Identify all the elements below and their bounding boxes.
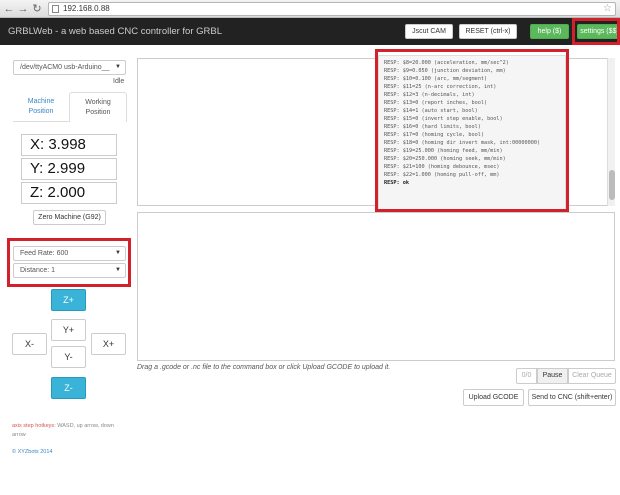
clear-queue-button[interactable]: Clear Queue xyxy=(568,368,616,384)
reload-icon[interactable]: ↻ xyxy=(31,3,43,15)
hotkeys-note: axis step hotkeys: WASD, up arrow, down … xyxy=(12,422,124,440)
console-line: RESP: ok xyxy=(384,180,409,186)
upload-hint: Drag a .gcode or .nc file to the command… xyxy=(137,364,391,371)
brand-title[interactable]: GRBLWeb - a web based CNC controller for… xyxy=(8,26,222,37)
console-line: RESP: $15=0 (invert step enable, bool) xyxy=(384,116,503,122)
machine-status: Idle xyxy=(113,78,125,85)
navbar: GRBLWeb - a web based CNC controller for… xyxy=(0,18,620,45)
browser-toolbar: ← → ↻ 192.168.0.88 ☆ xyxy=(0,0,620,18)
console-response-list: RESP: $8=20.000 (acceleration, mm/sec^2)… xyxy=(378,55,566,210)
jscut-cam-button[interactable]: Jscut CAM xyxy=(405,24,453,39)
caret-down-icon: ▼ xyxy=(115,250,121,256)
console-line: RESP: $12=3 (n-decimals, int) xyxy=(384,92,475,98)
console-line: RESP: $22=1.000 (homing pull-off, mm) xyxy=(384,172,500,178)
copyright-link[interactable]: © XYZbots 2014 xyxy=(12,449,52,455)
back-icon[interactable]: ← xyxy=(3,3,15,15)
console-line: RESP: $19=25.000 (homing feed, mm/min) xyxy=(384,148,503,154)
console-line: RESP: $13=0 (report inches, bool) xyxy=(384,100,488,106)
scrollbar-thumb[interactable] xyxy=(609,170,615,200)
bookmark-star-icon[interactable]: ☆ xyxy=(603,3,612,15)
console-line: RESP: $11=25 (n-arc correction, int) xyxy=(384,84,497,90)
address-bar[interactable]: 192.168.0.88 ☆ xyxy=(48,2,616,16)
distance-value: Distance: 1 xyxy=(20,267,56,274)
tab-machine-position[interactable]: Machine Position xyxy=(13,92,69,122)
send-to-cnc-button[interactable]: Send to CNC (shift+enter) xyxy=(528,389,616,406)
jog-x-minus-button[interactable]: X- xyxy=(12,333,47,355)
reset-button[interactable]: RESET (ctrl-x) xyxy=(459,24,517,39)
jog-y-plus-button[interactable]: Y+ xyxy=(51,319,86,341)
console-line: RESP: $21=100 (homing debounce, msec) xyxy=(384,164,500,170)
console-line: RESP: $20=250.000 (homing seek, mm/min) xyxy=(384,156,506,162)
jog-z-plus-button[interactable]: Z+ xyxy=(51,289,86,311)
settings-button[interactable]: settings ($$) xyxy=(577,24,620,39)
forward-icon[interactable]: → xyxy=(17,3,29,15)
zero-machine-button[interactable]: Zero Machine (G92) xyxy=(33,210,106,225)
jog-x-plus-button[interactable]: X+ xyxy=(91,333,126,355)
feed-rate-value: Feed Rate: 600 xyxy=(20,250,69,257)
jog-y-minus-button[interactable]: Y- xyxy=(51,346,86,368)
upload-gcode-button[interactable]: Upload GCODE xyxy=(463,389,524,406)
page-icon xyxy=(52,5,59,13)
y-position-readout: Y: 2.999 xyxy=(21,158,117,180)
hotkeys-label: axis step hotkeys xyxy=(12,423,55,429)
url-text: 192.168.0.88 xyxy=(63,4,110,13)
console-line: RESP: $18=0 (homing dir invert mask, int… xyxy=(384,140,541,146)
z-position-readout: Z: 2.000 xyxy=(21,182,117,204)
console-line: RESP: $14=1 (auto start, bool) xyxy=(384,108,478,114)
console-line: RESP: $16=0 (hard limits, bool) xyxy=(384,124,481,130)
console-line: RESP: $8=20.000 (acceleration, mm/sec^2) xyxy=(384,60,509,66)
help-button[interactable]: help ($) xyxy=(530,24,569,39)
console-line: RESP: $17=0 (homing cycle, bool) xyxy=(384,132,484,138)
distance-select[interactable]: Distance: 1 ▼ xyxy=(13,263,126,278)
x-position-readout: X: 3.998 xyxy=(21,134,117,156)
jog-z-minus-button[interactable]: Z- xyxy=(51,377,86,399)
caret-down-icon: ▼ xyxy=(115,64,121,70)
console-scrollbar[interactable] xyxy=(607,58,615,206)
tab-working-position[interactable]: Working Position xyxy=(69,92,127,122)
pause-button[interactable]: Pause xyxy=(537,368,568,384)
console-line: RESP: $10=0.100 (arc, mm/segment) xyxy=(384,76,488,82)
console-line: RESP: $9=0.050 (junction deviation, mm) xyxy=(384,68,506,74)
port-select-value: /dev/ttyACM0 usb-Arduino__ xyxy=(20,64,110,71)
caret-down-icon: ▼ xyxy=(115,267,121,273)
command-input[interactable] xyxy=(137,212,615,361)
feed-rate-select[interactable]: Feed Rate: 600 ▼ xyxy=(13,246,126,261)
port-select[interactable]: /dev/ttyACM0 usb-Arduino__ ▼ xyxy=(13,60,126,75)
queue-count: 0/0 xyxy=(516,368,537,384)
